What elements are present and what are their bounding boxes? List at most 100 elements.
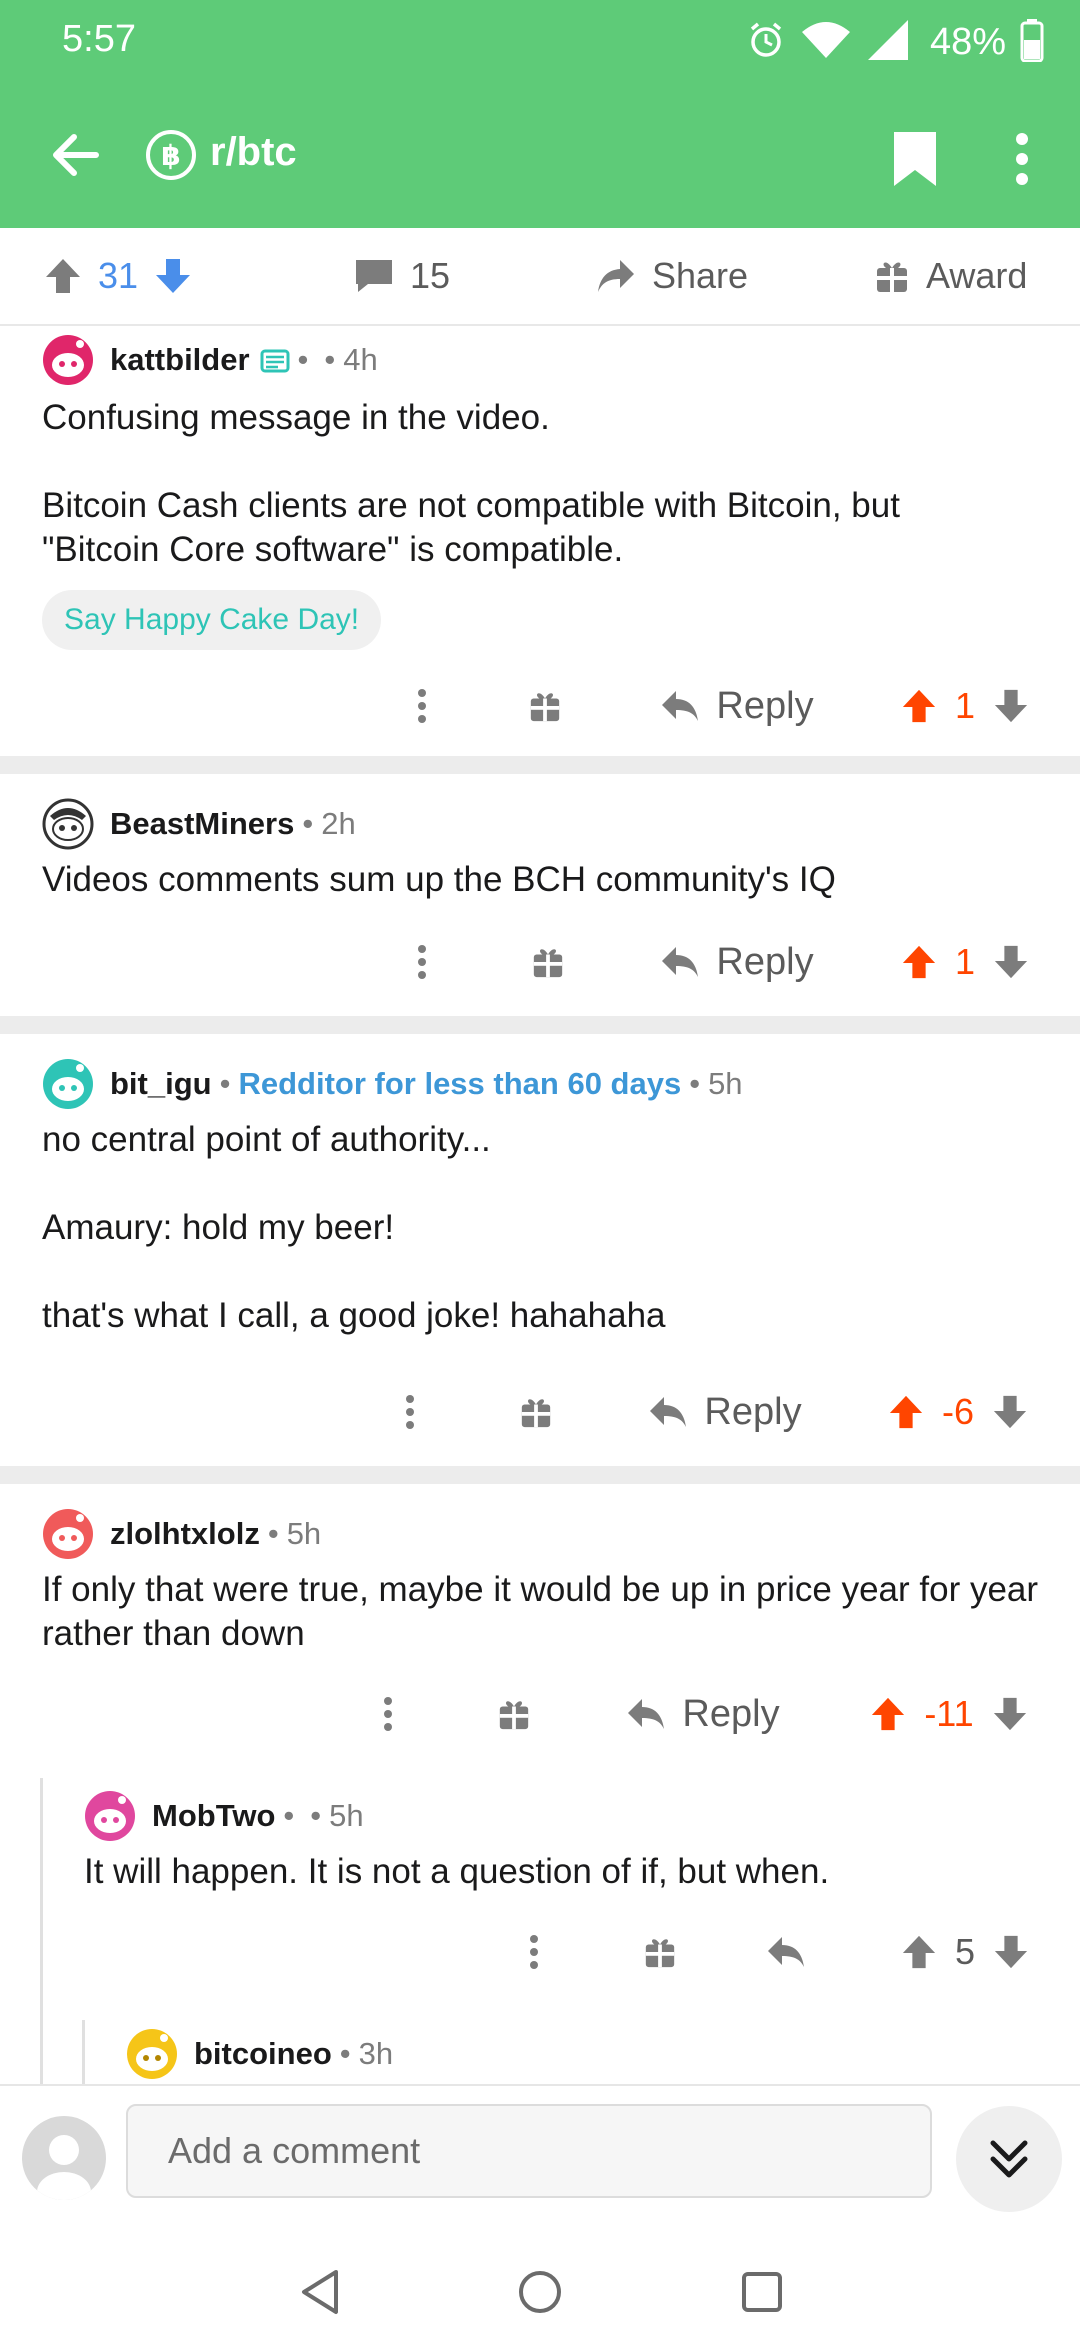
gift-icon: [499, 1701, 529, 1730]
reply-button[interactable]: Reply: [618, 1674, 788, 1754]
reply-button[interactable]: [764, 1912, 808, 1992]
comment-award-button[interactable]: [516, 1372, 556, 1452]
comment-vote: -11: [858, 1674, 1040, 1754]
comment-score: -6: [941, 1391, 974, 1432]
comment-score: 1: [954, 941, 976, 982]
comment-time: 4h: [343, 342, 378, 377]
comment-body: Videos comments sum up the BCH community…: [42, 860, 836, 899]
comment-more-button[interactable]: [516, 1912, 552, 1992]
snoo-avatar-icon: [85, 1791, 135, 1841]
comment-username[interactable]: kattbilder: [110, 342, 250, 378]
award-button[interactable]: Award: [874, 228, 1027, 324]
subreddit-name[interactable]: r/btc: [210, 130, 297, 175]
cake-day-button[interactable]: Say Happy Cake Day!: [42, 590, 382, 650]
downvote-icon[interactable]: [992, 1394, 1028, 1430]
comment-time: 2h: [321, 806, 356, 841]
signal-icon: [866, 18, 910, 67]
separator: •: [283, 1798, 295, 1833]
avatar[interactable]: [126, 2028, 178, 2080]
more-vertical-icon: [384, 1697, 392, 1731]
comment-icon: [356, 260, 392, 292]
comment-score: -11: [924, 1693, 974, 1734]
gift-icon: [645, 1939, 675, 1968]
comment-time: 5h: [329, 1798, 364, 1833]
comment: bit_igu • Redditor for less than 60 days…: [0, 1054, 1080, 1464]
comment-body: no central point of authority... Amaury:…: [42, 1120, 666, 1335]
upvote-icon[interactable]: [888, 1394, 924, 1430]
upvote-icon[interactable]: [870, 1696, 906, 1732]
comment-header: MobTwo • • 5h: [84, 1790, 364, 1842]
comment-divider: [0, 756, 1080, 774]
upvote-icon[interactable]: [44, 257, 82, 295]
comment-award-button[interactable]: [528, 666, 562, 746]
reply-icon: [662, 947, 699, 977]
reply-label: Reply: [682, 1692, 780, 1735]
avatar[interactable]: [42, 798, 94, 850]
comment-username[interactable]: MobTwo: [152, 1798, 275, 1834]
comment-more-button[interactable]: [370, 1674, 406, 1754]
upvote-icon[interactable]: [901, 944, 937, 980]
toolbar: ฿ r/btc: [0, 100, 1080, 210]
separator: •: [302, 806, 314, 841]
jump-to-next-button[interactable]: [956, 2106, 1062, 2212]
comment-actions: Reply 1: [0, 922, 1080, 1002]
status-time: 5:57: [62, 18, 136, 60]
subreddit-icon: ฿: [146, 130, 196, 180]
comment-more-button[interactable]: [404, 922, 440, 1002]
comment: BeastMiners • 2h Videos comments sum up …: [0, 794, 1080, 1014]
snoo-avatar-icon: [43, 1509, 93, 1559]
comment-username[interactable]: zlolhtxlolz: [110, 1516, 260, 1552]
comment-award-button[interactable]: [640, 1912, 680, 1992]
overflow-menu-button[interactable]: [992, 124, 1052, 194]
comment-username[interactable]: BeastMiners: [110, 806, 294, 842]
separator: •: [339, 2036, 351, 2071]
comment-vote: 1: [890, 922, 1040, 1002]
upvote-icon[interactable]: [901, 688, 937, 724]
save-post-button[interactable]: [880, 124, 950, 194]
downvote-icon[interactable]: [154, 257, 192, 295]
more-vertical-icon: [1016, 133, 1028, 185]
avatar[interactable]: [42, 1058, 94, 1110]
avatar[interactable]: [42, 1508, 94, 1560]
downvote-icon[interactable]: [992, 1696, 1028, 1732]
comment-more-button[interactable]: [404, 666, 440, 746]
back-button[interactable]: [42, 122, 108, 188]
post-vote: 31: [44, 228, 192, 324]
comment-time: 5h: [286, 1516, 322, 1551]
separator: •: [297, 342, 309, 377]
comment-header: BeastMiners • 2h: [42, 798, 356, 850]
nav-back-button[interactable]: [290, 2262, 350, 2322]
reply-button[interactable]: Reply: [640, 1372, 810, 1452]
comment-username[interactable]: bitcoineo: [194, 2036, 332, 2072]
comment-divider: [0, 1466, 1080, 1484]
nav-back-icon: [302, 2270, 338, 2314]
separator: •: [310, 1798, 322, 1833]
mod-badge-icon: [260, 349, 290, 373]
post-comments-button[interactable]: 15: [354, 228, 450, 324]
reply-button[interactable]: Reply: [652, 922, 822, 1002]
snoo-avatar-icon: [42, 798, 94, 850]
avatar[interactable]: [42, 334, 94, 386]
comment-username[interactable]: bit_igu: [110, 1066, 212, 1102]
downvote-icon[interactable]: [993, 688, 1029, 724]
comment-award-button[interactable]: [528, 922, 568, 1002]
avatar[interactable]: [84, 1790, 136, 1842]
nav-recents-button[interactable]: [732, 2262, 792, 2322]
reply-comment: bitcoineo • 3h: [0, 2026, 1080, 2084]
more-vertical-icon: [406, 1395, 414, 1429]
user-avatar[interactable]: [22, 2116, 106, 2200]
reply-button[interactable]: Reply: [652, 666, 822, 746]
nav-home-button[interactable]: [510, 2262, 570, 2322]
app-header: 5:57 48% ฿ r/btc: [0, 0, 1080, 228]
downvote-icon[interactable]: [993, 1934, 1029, 1970]
comment-actions: Reply 1: [0, 666, 1080, 746]
comment-award-button[interactable]: [494, 1674, 534, 1754]
comment-more-button[interactable]: [392, 1372, 428, 1452]
comment-body: Confusing message in the video. Bitcoin …: [42, 398, 900, 569]
upvote-icon[interactable]: [901, 1934, 937, 1970]
reply-comment: MobTwo • • 5h It will happen. It is not …: [0, 1786, 1080, 2006]
comment-header: zlolhtxlolz • 5h: [42, 1508, 321, 1560]
downvote-icon[interactable]: [993, 944, 1029, 980]
share-button[interactable]: Share: [596, 228, 748, 324]
add-comment-input[interactable]: Add a comment: [126, 2104, 932, 2198]
